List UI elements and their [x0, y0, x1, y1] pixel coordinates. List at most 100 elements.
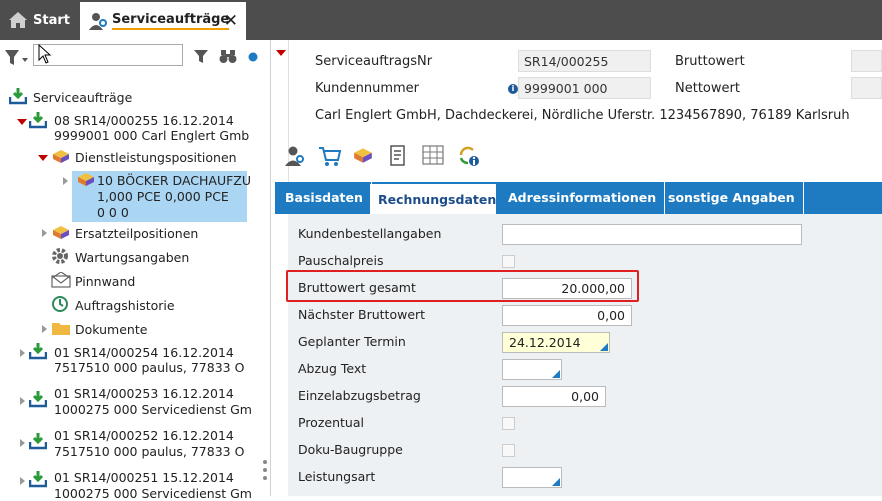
collapse-arrow-icon[interactable] [17, 119, 27, 125]
tree-order-line2[interactable]: 9999001 000 Carl Englert Gmb [54, 128, 249, 143]
tree-order-line1[interactable]: 01 SR14/000253 16.12.2014 [54, 386, 234, 401]
form-row: Abzug Text [288, 355, 882, 382]
kunde-field: 9999001 000 [518, 77, 651, 99]
tab-rechnungsdaten[interactable]: Rechnungsdaten [370, 184, 496, 216]
rechnungsdaten-form: Kundenbestellangaben Pauschalpreis Brutt… [288, 214, 882, 496]
brutto-label: Bruttowert [675, 54, 745, 69]
document-icon[interactable] [388, 145, 408, 167]
info-icon[interactable]: i [508, 84, 518, 94]
table-icon[interactable] [422, 145, 444, 165]
expand-arrow-icon[interactable] [20, 349, 25, 357]
top-tab-bar: Start Serviceaufträge ✕ [0, 0, 882, 40]
netto-label: Nettowert [675, 81, 740, 96]
expand-arrow-icon[interactable] [42, 229, 47, 237]
download-icon [29, 112, 47, 129]
kundenbestell-input[interactable] [502, 224, 802, 245]
tree-ersatzteilpositionen[interactable]: Ersatzteilpositionen [75, 226, 198, 241]
tree-dokumente[interactable]: Dokumente [75, 322, 147, 337]
expand-arrow-icon[interactable] [63, 177, 68, 185]
tab-sonstige-angaben[interactable]: sonstige Angaben [660, 182, 804, 214]
expand-arrow-icon[interactable] [20, 477, 25, 485]
dropdown-corner-icon[interactable] [600, 343, 608, 351]
tree-order-line2[interactable]: 7517510 000 paulus, 77833 O [54, 444, 244, 459]
download-icon [29, 343, 47, 360]
tree-panel: Serviceaufträge 08 SR14/000255 16.12.201… [0, 40, 271, 501]
dropdown-corner-icon[interactable] [552, 478, 560, 486]
prozentual-checkbox[interactable] [502, 417, 515, 430]
kundenbestell-label: Kundenbestellangaben [298, 226, 442, 241]
einzelabzug-label: Einzelabzugsbetrag [298, 388, 421, 403]
tab-basisdaten[interactable]: Basisdaten [277, 182, 372, 214]
home-icon [9, 12, 27, 28]
form-row: Prozentual [288, 409, 882, 436]
doku-checkbox[interactable] [502, 444, 515, 457]
tab-start-label: Start [33, 12, 70, 28]
collapse-arrow-icon[interactable] [38, 155, 48, 161]
form-row: Einzelabzugsbetrag 0,00 [288, 382, 882, 409]
abzug-text-select[interactable] [502, 359, 562, 380]
search-input[interactable] [33, 44, 183, 66]
tree-dienstleistungspositionen[interactable]: Dienstleistungspositionen [75, 150, 237, 165]
netto-field [851, 77, 882, 99]
tree-root-serviceauftraege[interactable]: Serviceaufträge [33, 90, 132, 105]
pauschalpreis-label: Pauschalpreis [298, 253, 384, 268]
tree-order-line1[interactable]: 01 SR14/000252 16.12.2014 [54, 428, 234, 443]
mouse-cursor-icon [38, 44, 52, 64]
termin-value: 24.12.2014 [509, 335, 581, 350]
nr-label: ServiceauftragsNr [315, 54, 433, 69]
tree-order-line2[interactable]: 7517510 000 paulus, 77833 O [54, 360, 244, 375]
nr-field: SR14/000255 [518, 50, 651, 72]
download-icon [29, 471, 47, 488]
expand-arrow-icon[interactable] [20, 397, 25, 405]
box-stack-icon[interactable] [352, 145, 374, 165]
panel-divider[interactable] [271, 40, 289, 496]
form-row: Nächster Bruttowert 0,00 [288, 301, 882, 328]
termin-label: Geplanter Termin [298, 334, 406, 349]
dropdown-corner-icon[interactable] [552, 370, 560, 378]
detail-tabs: Basisdaten Rechnungsdaten Adressinformat… [275, 182, 882, 216]
form-row: Doku-Baugruppe [288, 436, 882, 463]
tree-position-line3[interactable]: 0 0 0 [97, 205, 129, 220]
status-dot-icon [248, 52, 258, 62]
leistungsart-select[interactable] [502, 467, 562, 488]
highlight-box [286, 270, 639, 302]
cart-icon[interactable] [318, 145, 342, 167]
tree-pinnwand[interactable]: Pinnwand [75, 274, 135, 289]
tree-order-line2[interactable]: 1000275 000 Servicedienst Gm [54, 486, 252, 501]
refresh-info-icon[interactable] [458, 145, 480, 167]
filter-dropdown-icon[interactable] [4, 48, 30, 68]
tree-position-line1[interactable]: 10 BÖCKER DACHAUFZU [97, 173, 251, 188]
envelope-icon [51, 272, 71, 288]
einzelabzug-input[interactable]: 0,00 [502, 386, 606, 407]
close-icon[interactable]: ✕ [224, 11, 238, 31]
tree-order-line1[interactable]: 01 SR14/000254 16.12.2014 [54, 345, 234, 360]
filter-icon[interactable] [193, 48, 209, 64]
binoculars-icon[interactable] [219, 48, 237, 64]
filter-bar [0, 40, 271, 74]
tab-serviceauftraege[interactable]: Serviceaufträge ✕ [80, 2, 246, 40]
tree-order-line1[interactable]: 01 SR14/000251 15.12.2014 [54, 470, 234, 485]
tree-wartungsangaben[interactable]: Wartungsangaben [75, 250, 189, 265]
prozentual-label: Prozentual [298, 415, 364, 430]
brutto-field [851, 50, 882, 72]
tree-auftragshistorie[interactable]: Auftragshistorie [75, 298, 175, 313]
expand-arrow-icon[interactable] [20, 439, 25, 447]
tab-adressinformationen[interactable]: Adressinformationen [500, 182, 666, 214]
tab-start[interactable]: Start [0, 0, 78, 40]
pauschalpreis-checkbox[interactable] [502, 255, 515, 268]
tree-order-line2[interactable]: 1000275 000 Servicedienst Gm [54, 402, 252, 417]
service-person-icon[interactable] [284, 145, 306, 167]
form-row: Kundenbestellangaben [288, 220, 882, 247]
folder-icon [52, 323, 70, 335]
download-icon [29, 433, 47, 450]
collapse-arrow-icon[interactable] [276, 50, 286, 56]
tree-order-line1[interactable]: 08 SR14/000255 16.12.2014 [54, 113, 234, 128]
kunde-label: Kundennummer [315, 81, 419, 96]
naechster-brutto-input[interactable]: 0,00 [502, 305, 632, 326]
termin-date-input[interactable]: 24.12.2014 [502, 332, 610, 353]
resize-handle[interactable] [263, 460, 269, 484]
leistungsart-label: Leistungsart [298, 469, 376, 484]
form-row: Geplanter Termin 24.12.2014 [288, 328, 882, 355]
tree-position-line2[interactable]: 1,000 PCE 0,000 PCE [97, 189, 229, 204]
expand-arrow-icon[interactable] [42, 325, 47, 333]
